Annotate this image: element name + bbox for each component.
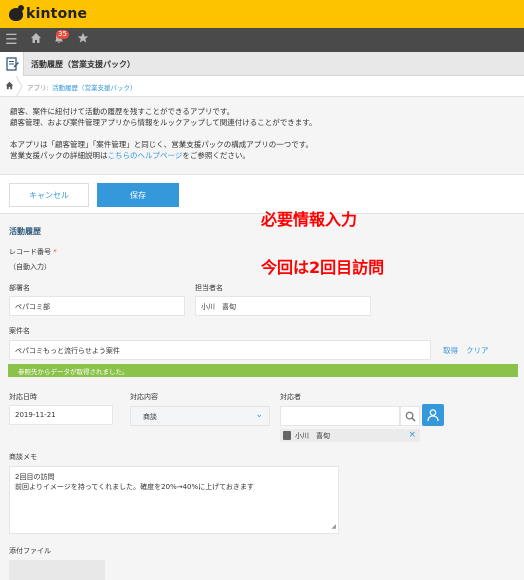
app-description: 顧客、案件に紐付けて活動の履歴を残すことができるアプリです。 顧客管理、および案… [10,106,510,161]
date-label: 対応日時 [9,393,37,401]
person-label: 対応者 [280,393,301,401]
case-lookup-input[interactable]: ペパコミもっと流行らせよう案件 [9,340,431,360]
description-text: をご参照ください。 [182,151,250,160]
required-mark: * [53,248,57,256]
lookup-get-link[interactable]: 取得 [443,345,458,356]
breadcrumb: アプリ: 活動履歴（営業支援パック） [0,76,524,97]
cancel-button[interactable]: キャンセル [9,183,89,207]
brand-name: kintone [26,6,88,22]
department-label: 部署名 [9,284,30,292]
description-line: 顧客、案件に紐付けて活動の履歴を残すことができるアプリです。 [10,107,235,116]
person-input[interactable] [280,406,400,426]
record-number-label: レコード番号 * [9,247,57,257]
attachment-label: 添付ファイル [9,547,51,555]
app-title: 活動履歴（営業支援パック） [31,60,135,69]
memo-textarea[interactable]: 2回目の訪問 前回よりイメージを持ってくれました。確度を20%→40%に上げてお… [9,466,339,534]
home-icon[interactable] [30,32,42,48]
record-number-label-text: レコード番号 [9,248,51,256]
search-icon[interactable] [400,406,420,426]
case-label: 案件名 [9,327,30,335]
breadcrumb-separator-icon [15,76,23,97]
app-title-bar: 活動履歴（営業支援パック） [0,52,524,76]
save-button[interactable]: 保存 [97,183,179,207]
brand-bar: kintone [0,0,524,28]
date-input[interactable]: 2019-11-21 [9,405,113,425]
user-select-icon[interactable] [422,404,444,426]
chevron-down-icon: ⌄ [255,410,263,420]
description-text: 営業支援パックの詳細説明は [10,151,108,160]
global-navbar: ☰ [0,28,524,52]
description-line: 営業支援パックの詳細説明はこちらのヘルプページをご参照ください。 [10,150,510,161]
app-icon [0,52,24,76]
lookup-success-message: 参照先からデータが取得されました。 [8,364,518,377]
content-select[interactable]: 商談 ⌄ [130,406,270,426]
content-select-value: 商談 [143,413,157,421]
breadcrumb-app-link[interactable]: 活動履歴（営業支援パック） [52,82,137,92]
description-line: 顧客管理、および案件管理アプリから情報をルックアップして関連付けることができます… [10,118,317,127]
annotation-required-input: 必要情報入力 [261,210,358,229]
breadcrumb-home-icon[interactable] [5,81,14,93]
memo-line: 2回目の訪問 [15,473,55,481]
remove-user-icon[interactable]: × [408,430,416,440]
kintone-logo-icon [9,4,24,21]
record-number-value: （自動入力） [9,263,51,271]
description-line: 本アプリは「顧客管理」「案件管理」と同じく、営業支援パックの構成アプリの一つです… [10,140,313,149]
memo-label: 商談メモ [9,453,37,461]
breadcrumb-label: アプリ: [27,84,49,92]
resize-handle-icon[interactable]: ◢ [331,522,336,532]
file-drop-area[interactable] [9,560,105,580]
menu-icon[interactable]: ☰ [5,32,18,48]
selected-user-chip: 小川 喜旬 × [280,429,420,442]
star-icon[interactable] [77,32,89,48]
lookup-clear-link[interactable]: クリア [466,345,489,356]
owner-label: 担当者名 [195,284,223,292]
department-input[interactable]: ペパコミ部 [9,296,185,316]
section-title: 活動履歴 [9,227,41,236]
user-avatar-icon [283,431,291,440]
memo-line: 前回よりイメージを持ってくれました。確度を20%→40%に上げておきます [15,483,254,491]
annotation-second-visit: 今回は2回目訪問 [261,258,385,277]
owner-input[interactable]: 小川 喜旬 [195,296,371,316]
content-label: 対応内容 [130,393,158,401]
help-page-link[interactable]: こちらのヘルプページ [108,151,183,160]
description-spacer [10,128,510,139]
selected-user-name: 小川 喜旬 [295,432,330,440]
kintone-logo[interactable]: kintone [9,4,88,22]
notification-badge: 35 [56,30,69,39]
